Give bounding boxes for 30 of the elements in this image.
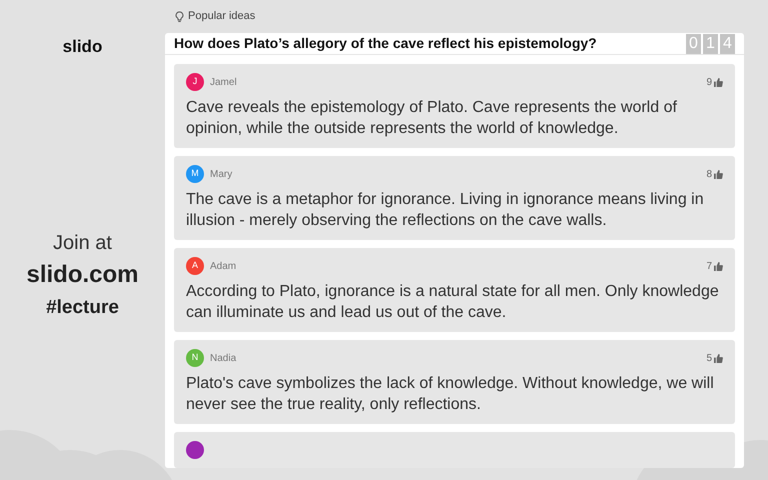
author-name: Jamel bbox=[210, 76, 237, 90]
thumbs-up-icon bbox=[714, 78, 723, 86]
author-avatar: J bbox=[186, 73, 204, 91]
event-code: #lecture bbox=[46, 296, 119, 320]
idea-text: Cave reveals the epistemology of Plato. Cave represents the world of opinion, while the outside represents the world of knowledge. bbox=[186, 98, 678, 139]
author-name: Adam bbox=[210, 260, 236, 274]
brand-logo: slido bbox=[62, 36, 102, 58]
section-label: Popular ideas bbox=[188, 9, 256, 24]
author-avatar: M bbox=[186, 165, 204, 183]
author-avatar: A bbox=[186, 257, 204, 275]
idea-text: According to Plato, ignorance is a natural state for all men. Only knowledge can illuminate us and lead us out of the cave. bbox=[186, 282, 720, 323]
join-text: Join at bbox=[53, 230, 112, 256]
counter-digit: 4 bbox=[720, 34, 735, 54]
like-count: 7 bbox=[706, 260, 712, 274]
counter-digit: 1 bbox=[703, 34, 718, 54]
idea-text: Plato's cave symbolizes the lack of knowledge. Without knowledge, we will never see the true reality, only reflections. bbox=[186, 374, 715, 415]
thumbs-up-icon bbox=[714, 170, 723, 178]
author-name: Nadia bbox=[210, 352, 236, 366]
thumbs-up-icon bbox=[714, 262, 723, 270]
like-count: 8 bbox=[706, 168, 712, 182]
counter-digit: 0 bbox=[686, 34, 701, 54]
lightbulb-icon bbox=[175, 10, 184, 22]
author-name: Mary bbox=[210, 168, 232, 182]
like-count: 9 bbox=[706, 76, 712, 90]
thumbs-up-icon bbox=[714, 354, 723, 362]
author-avatar: N bbox=[186, 349, 204, 367]
question-title: How does Plato’s allegory of the cave reflect his epistemology? bbox=[174, 34, 597, 53]
idea-text: The cave is a metaphor for ignorance. Living in ignorance means living in illusion - merely observing the reflections on the cave walls. bbox=[186, 190, 705, 231]
join-site: slido.com bbox=[26, 260, 139, 290]
like-count: 5 bbox=[706, 352, 712, 366]
